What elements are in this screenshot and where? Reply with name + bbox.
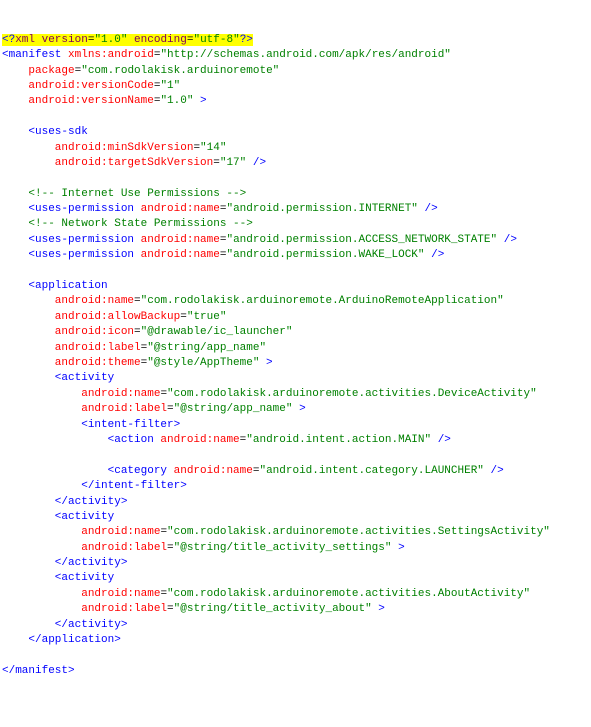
xml-declaration: <?xml version="1.0" encoding="utf-8"?> [2,34,253,46]
xml-code-block: <?xml version="1.0" encoding="utf-8"?> <… [2,33,589,679]
uses-permission: <uses-permission [2,203,134,215]
activity-open: <activity [2,511,114,523]
manifest-close: </manifest> [2,665,75,677]
activity-close: </activity> [2,619,127,631]
application-close: </application> [2,634,121,646]
activity-close: </activity> [2,557,127,569]
activity-open: <activity [2,372,114,384]
uses-sdk: <uses-sdk [2,126,88,138]
category-tag: <category [2,465,167,477]
activity-open: <activity [2,572,114,584]
manifest-open: <manifest [2,49,61,61]
intent-filter-open: <intent-filter> [2,419,180,431]
comment-internet: <!-- Internet Use Permissions --> [2,188,246,200]
action-tag: <action [2,434,154,446]
uses-permission: <uses-permission [2,249,134,261]
intent-filter-close: </intent-filter> [2,480,187,492]
activity-close: </activity> [2,496,127,508]
comment-network: <!-- Network State Permissions --> [2,218,253,230]
application-open: <application [2,280,108,292]
uses-permission: <uses-permission [2,234,134,246]
